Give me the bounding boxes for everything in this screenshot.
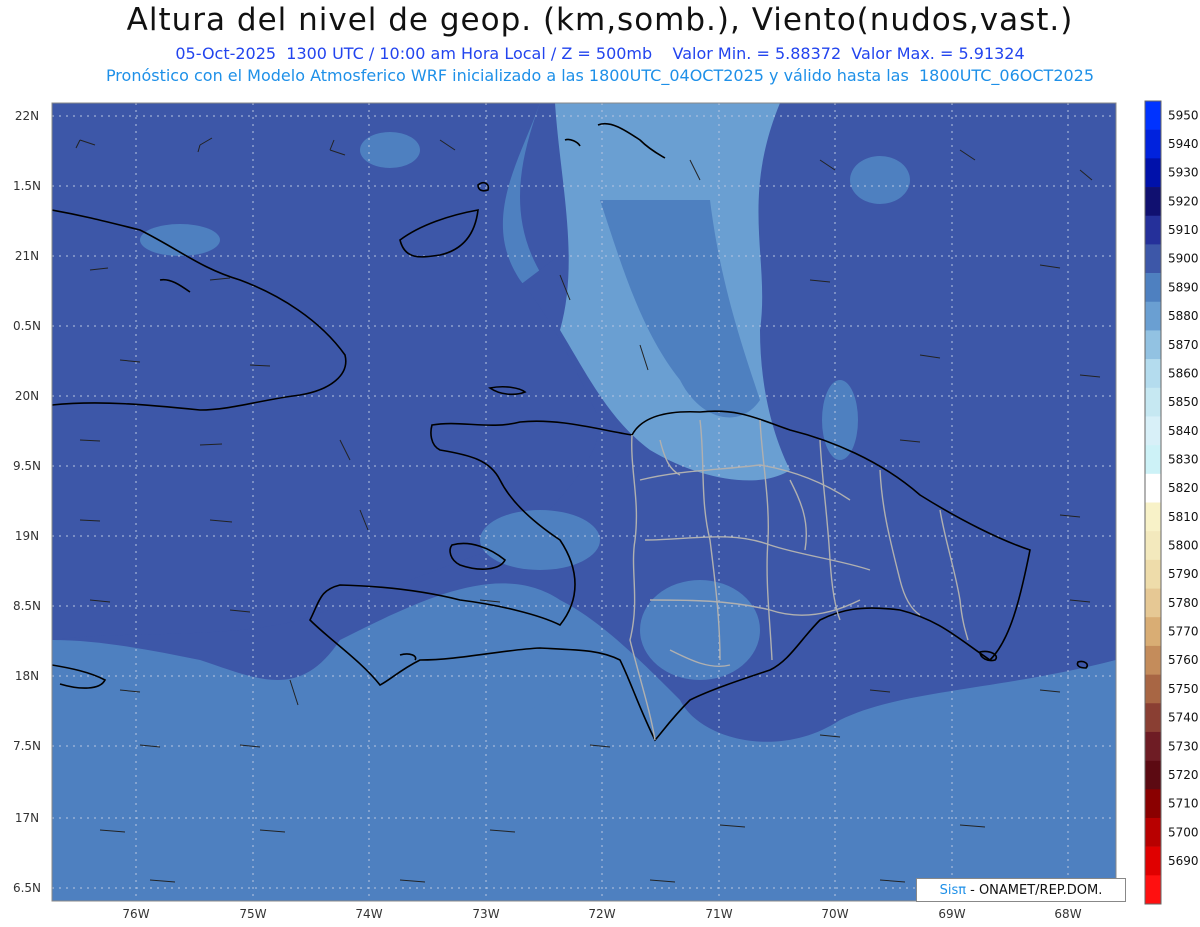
lat-label: 20N xyxy=(15,389,39,403)
colorbar-swatch xyxy=(1145,158,1161,188)
colorbar-label: 5920 xyxy=(1168,194,1199,208)
colorbar-swatch xyxy=(1145,617,1161,647)
colorbar-label: 5740 xyxy=(1168,711,1199,725)
colorbar-label: 5760 xyxy=(1168,653,1199,667)
colorbar-label: 5700 xyxy=(1168,825,1199,839)
geopotential-shading xyxy=(52,103,1116,901)
colorbar-swatch xyxy=(1145,875,1161,905)
lat-label: 7.5N xyxy=(13,739,41,753)
colorbar-label: 5870 xyxy=(1168,338,1199,352)
colorbar-label: 5790 xyxy=(1168,567,1199,581)
colorbar-swatch xyxy=(1145,273,1161,303)
colorbar-label: 5750 xyxy=(1168,682,1199,696)
colorbar-swatch xyxy=(1145,531,1161,561)
colorbar-label: 5910 xyxy=(1168,223,1199,237)
lat-label: 19N xyxy=(15,529,39,543)
lon-label: 70W xyxy=(821,907,848,921)
lat-label: 0.5N xyxy=(13,319,41,333)
colorbar-label: 5900 xyxy=(1168,252,1199,266)
colorbar-swatch xyxy=(1145,731,1161,761)
colorbar-label: 5830 xyxy=(1168,452,1199,466)
lon-label: 69W xyxy=(938,907,965,921)
colorbar-swatch xyxy=(1145,101,1161,130)
credit-text: - ONAMET/REP.DOM. xyxy=(970,882,1103,898)
latitude-axis: 22N 1.5N 21N 0.5N 20N 9.5N 19N 8.5N 18N … xyxy=(13,109,41,895)
colorbar-swatch xyxy=(1145,645,1161,675)
colorbar-swatch xyxy=(1145,559,1161,589)
lat-label: 1.5N xyxy=(13,179,41,193)
lat-label: 22N xyxy=(15,109,39,123)
colorbar-label: 5800 xyxy=(1168,539,1199,553)
colorbar-label: 5950 xyxy=(1168,108,1199,122)
lon-label: 71W xyxy=(705,907,732,921)
credit-brand: Sisπ xyxy=(939,882,967,898)
lat-label: 21N xyxy=(15,249,39,263)
colorbar-swatch xyxy=(1145,244,1161,274)
colorbar-swatch xyxy=(1145,760,1161,790)
colorbar-swatch xyxy=(1145,674,1161,704)
colorbar-label: 5780 xyxy=(1168,596,1199,610)
colorbar-swatch xyxy=(1145,817,1161,847)
colorbar-label: 5690 xyxy=(1168,854,1199,868)
colorbar-swatch xyxy=(1145,330,1161,360)
colorbar-swatch xyxy=(1145,703,1161,733)
lat-label: 17N xyxy=(15,811,39,825)
colorbar-swatch xyxy=(1145,187,1161,217)
colorbar-swatch xyxy=(1145,359,1161,389)
colorbar-swatch xyxy=(1145,789,1161,819)
lat-label: 18N xyxy=(15,669,39,683)
colorbar-swatch xyxy=(1145,215,1161,245)
colorbar-label: 5930 xyxy=(1168,166,1199,180)
colorbar: 5950 5940 5930 5920 5910 5900 5890 5880 5870 5860… xyxy=(1144,100,1199,905)
lon-label: 68W xyxy=(1054,907,1081,921)
lon-label: 74W xyxy=(355,907,382,921)
colorbar-swatch xyxy=(1145,129,1161,159)
lon-label: 75W xyxy=(239,907,266,921)
colorbar-label: 5710 xyxy=(1168,797,1199,811)
colorbar-label: 5940 xyxy=(1168,137,1199,151)
lon-label: 73W xyxy=(472,907,499,921)
colorbar-swatch xyxy=(1145,473,1161,503)
colorbar-label: 5810 xyxy=(1168,510,1199,524)
map-canvas: 22N 1.5N 21N 0.5N 20N 9.5N 19N 8.5N 18N … xyxy=(13,100,1199,921)
lon-label: 76W xyxy=(122,907,149,921)
lon-label: 72W xyxy=(588,907,615,921)
colorbar-label: 5720 xyxy=(1168,768,1199,782)
colorbar-label: 5730 xyxy=(1168,739,1199,753)
colorbar-label: 5860 xyxy=(1168,366,1199,380)
colorbar-label: 5770 xyxy=(1168,625,1199,639)
colorbar-swatch xyxy=(1145,301,1161,331)
credit-box: Sisπ - ONAMET/REP.DOM. xyxy=(916,878,1126,902)
lat-label: 8.5N xyxy=(13,599,41,613)
longitude-axis: 76W 75W 74W 73W 72W 71W 70W 69W 68W xyxy=(122,907,1081,921)
colorbar-swatch xyxy=(1145,846,1161,876)
colorbar-label: 5890 xyxy=(1168,280,1199,294)
colorbar-swatch xyxy=(1145,416,1161,446)
colorbar-label: 5820 xyxy=(1168,481,1199,495)
colorbar-swatch xyxy=(1145,502,1161,532)
lat-label: 6.5N xyxy=(13,881,41,895)
colorbar-label: 5880 xyxy=(1168,309,1199,323)
colorbar-label: 5840 xyxy=(1168,424,1199,438)
lat-label: 9.5N xyxy=(13,459,41,473)
colorbar-swatch xyxy=(1145,588,1161,618)
colorbar-swatch xyxy=(1145,445,1161,475)
colorbar-label: 5850 xyxy=(1168,395,1199,409)
colorbar-swatch xyxy=(1145,387,1161,417)
